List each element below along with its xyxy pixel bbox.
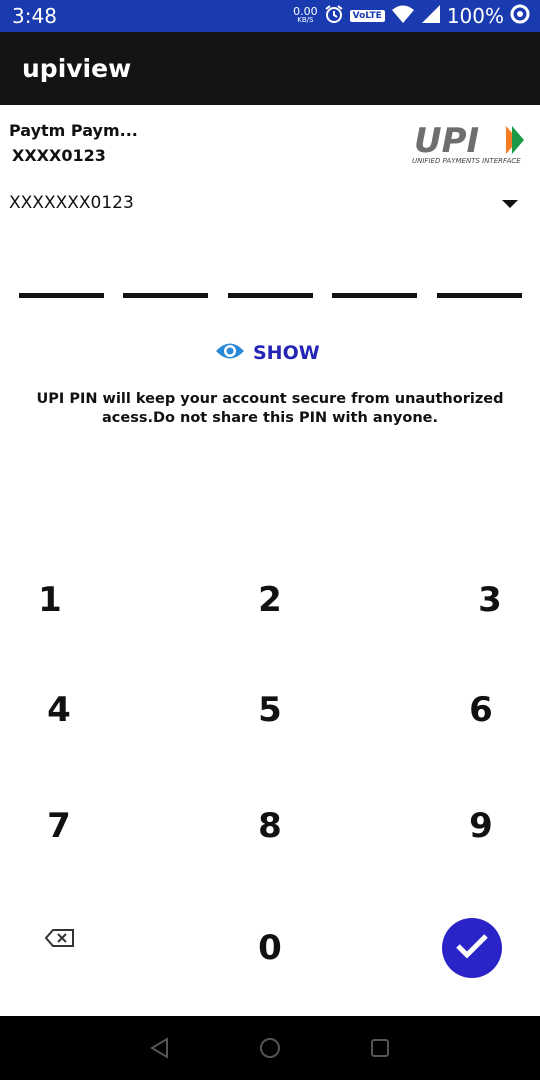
alarm-icon: [324, 4, 344, 28]
key-1[interactable]: 1: [10, 570, 90, 630]
app-title: upiview: [22, 54, 132, 83]
upi-logo-text: UPI: [414, 121, 479, 161]
key-9[interactable]: 9: [441, 796, 521, 856]
backspace-icon: [44, 928, 75, 952]
backspace-button[interactable]: [40, 924, 80, 956]
battery-level: 100%: [446, 4, 504, 28]
show-label: SHOW: [253, 342, 320, 364]
key-0[interactable]: 0: [230, 918, 310, 978]
key-4[interactable]: 4: [19, 680, 99, 740]
check-icon: [455, 933, 489, 963]
home-nav-icon[interactable]: [258, 1036, 282, 1060]
net-speed-unit: KB/S: [297, 16, 314, 24]
status-time: 3:48: [12, 4, 57, 28]
upi-logo-subtitle: UNIFIED PAYMENTS INTERFACE: [412, 157, 521, 165]
signal-icon: [421, 4, 441, 28]
pin-info-text: UPI PIN will keep your account secure fr…: [36, 391, 504, 426]
bank-name: Paytm Paym...: [9, 121, 138, 140]
selected-account: XXXXXXX0123: [9, 193, 134, 213]
wifi-icon: [391, 4, 415, 28]
show-pin-toggle[interactable]: SHOW: [215, 338, 325, 368]
status-icons: 0.00 KB/S VoLTE 100%: [293, 0, 530, 32]
app-bar: upiview: [0, 32, 540, 105]
navigation-bar: [0, 1016, 540, 1080]
key-6[interactable]: 6: [441, 680, 521, 740]
status-bar: 3:48 0.00 KB/S VoLTE 100%: [0, 0, 540, 32]
upi-logo: UPI UNIFIED PAYMENTS INTERFACE: [410, 120, 528, 168]
pin-digit-4[interactable]: [332, 293, 417, 298]
account-selector[interactable]: XXXXXXX0123: [0, 188, 540, 222]
eye-icon: [215, 340, 245, 366]
back-nav-icon[interactable]: [148, 1036, 172, 1060]
key-3[interactable]: 3: [450, 570, 530, 630]
pin-digit-2[interactable]: [123, 293, 208, 298]
key-7[interactable]: 7: [19, 796, 99, 856]
confirm-button[interactable]: [442, 918, 502, 978]
net-speed: 0.00 KB/S: [293, 5, 318, 25]
key-8[interactable]: 8: [230, 796, 310, 856]
pin-digit-3[interactable]: [228, 293, 313, 298]
key-5[interactable]: 5: [230, 680, 310, 740]
key-2[interactable]: 2: [230, 570, 310, 630]
net-speed-value: 0.00: [293, 5, 318, 18]
bank-account-number: XXXX0123: [12, 146, 106, 165]
pin-digit-5[interactable]: [437, 293, 522, 298]
recents-nav-icon[interactable]: [368, 1036, 392, 1060]
dropdown-arrow-icon[interactable]: [502, 200, 518, 208]
volte-badge: VoLTE: [349, 10, 385, 22]
data-saver-icon: [510, 4, 530, 28]
pin-digit-1[interactable]: [19, 293, 104, 298]
